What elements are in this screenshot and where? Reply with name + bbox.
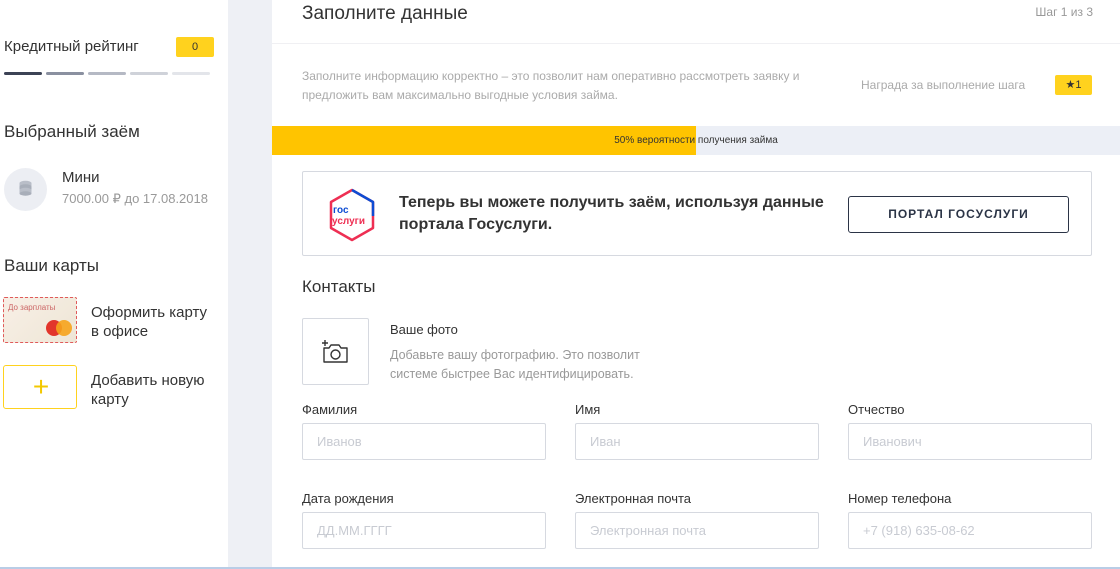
email-label: Электронная почта bbox=[575, 491, 692, 506]
gosuslugi-text: Теперь вы можете получить заём, использу… bbox=[399, 194, 824, 233]
contacts-title: Контакты bbox=[302, 277, 376, 296]
middle-name-label: Отчество bbox=[848, 402, 905, 417]
credit-bar-segment bbox=[4, 72, 42, 75]
last-name-input[interactable] bbox=[302, 423, 546, 460]
credit-bar-segment bbox=[88, 72, 126, 75]
credit-rating-badge: 0 bbox=[176, 37, 214, 57]
phone-input[interactable] bbox=[848, 512, 1092, 549]
sidebar: Кредитный рейтинг 0 Выбранный заём Мини … bbox=[0, 0, 228, 569]
loan-details: 7000.00 ₽ до 17.08.2018 bbox=[62, 191, 208, 206]
gosuslugi-logo: гос услуги bbox=[327, 188, 377, 242]
step-indicator: Шаг 1 из 3 bbox=[1035, 5, 1093, 19]
approval-progress: 50% вероятности получения займа bbox=[272, 126, 1120, 155]
add-card-button[interactable]: + bbox=[3, 365, 77, 409]
credit-rating-bar bbox=[4, 72, 210, 76]
plus-icon: + bbox=[32, 371, 50, 402]
card-brand: До зарплаты bbox=[8, 303, 56, 312]
mastercard-icon-right bbox=[56, 320, 72, 336]
add-card[interactable]: + Добавить новую карту bbox=[3, 365, 218, 411]
coins-icon bbox=[4, 168, 47, 211]
gosuslugi-banner: гос услуги Теперь вы можете получить заё… bbox=[302, 171, 1092, 256]
main-header: Заполните данные Шаг 1 из 3 bbox=[272, 0, 1120, 44]
add-card-label: Добавить новую карту bbox=[91, 372, 205, 408]
gosuslugi-button[interactable]: ПОРТАЛ ГОСУСЛУГИ bbox=[848, 196, 1069, 233]
birth-date-label: Дата рождения bbox=[302, 491, 394, 506]
photo-upload-button[interactable] bbox=[302, 318, 369, 385]
last-name-label: Фамилия bbox=[302, 402, 358, 417]
email-input[interactable] bbox=[575, 512, 819, 549]
photo-hint: Добавьте вашу фотографию. Это позволит с… bbox=[390, 348, 640, 381]
credit-rating: Кредитный рейтинг 0 bbox=[4, 37, 214, 57]
card-office[interactable]: До зарплаты Оформить карту в офисе bbox=[3, 297, 218, 343]
selected-loan-title: Выбранный заём bbox=[4, 122, 140, 141]
reward-label: Награда за выполнение шага bbox=[861, 78, 1026, 92]
progress-text: 50% вероятности получения займа bbox=[614, 135, 778, 146]
reward-badge: ★1 bbox=[1055, 75, 1092, 95]
camera-add-icon bbox=[322, 340, 348, 363]
credit-bar-segment bbox=[172, 72, 210, 75]
card-office-label: Оформить карту в офисе bbox=[91, 304, 208, 340]
info-text: Заполните информацию корректно – это поз… bbox=[302, 69, 800, 102]
first-name-label: Имя bbox=[575, 402, 601, 417]
credit-rating-label: Кредитный рейтинг bbox=[4, 38, 139, 55]
cards-title: Ваши карты bbox=[4, 256, 100, 275]
birth-date-input[interactable] bbox=[302, 512, 546, 549]
first-name-input[interactable] bbox=[575, 423, 819, 460]
selected-loan[interactable]: Мини 7000.00 ₽ до 17.08.2018 bbox=[4, 166, 219, 212]
credit-bar-segment bbox=[46, 72, 84, 75]
photo-label: Ваше фото bbox=[390, 322, 458, 337]
phone-label: Номер телефона bbox=[848, 491, 952, 506]
page-title: Заполните данные bbox=[302, 3, 468, 24]
card-thumbnail: До зарплаты bbox=[3, 297, 77, 343]
credit-bar-segment bbox=[130, 72, 168, 75]
main-panel: Заполните данные Шаг 1 из 3 Заполните ин… bbox=[272, 0, 1120, 569]
loan-name: Мини bbox=[62, 169, 100, 186]
gos-logo-text-top: гос bbox=[333, 205, 349, 216]
middle-name-input[interactable] bbox=[848, 423, 1092, 460]
gos-logo-text-bottom: услуги bbox=[332, 216, 365, 227]
